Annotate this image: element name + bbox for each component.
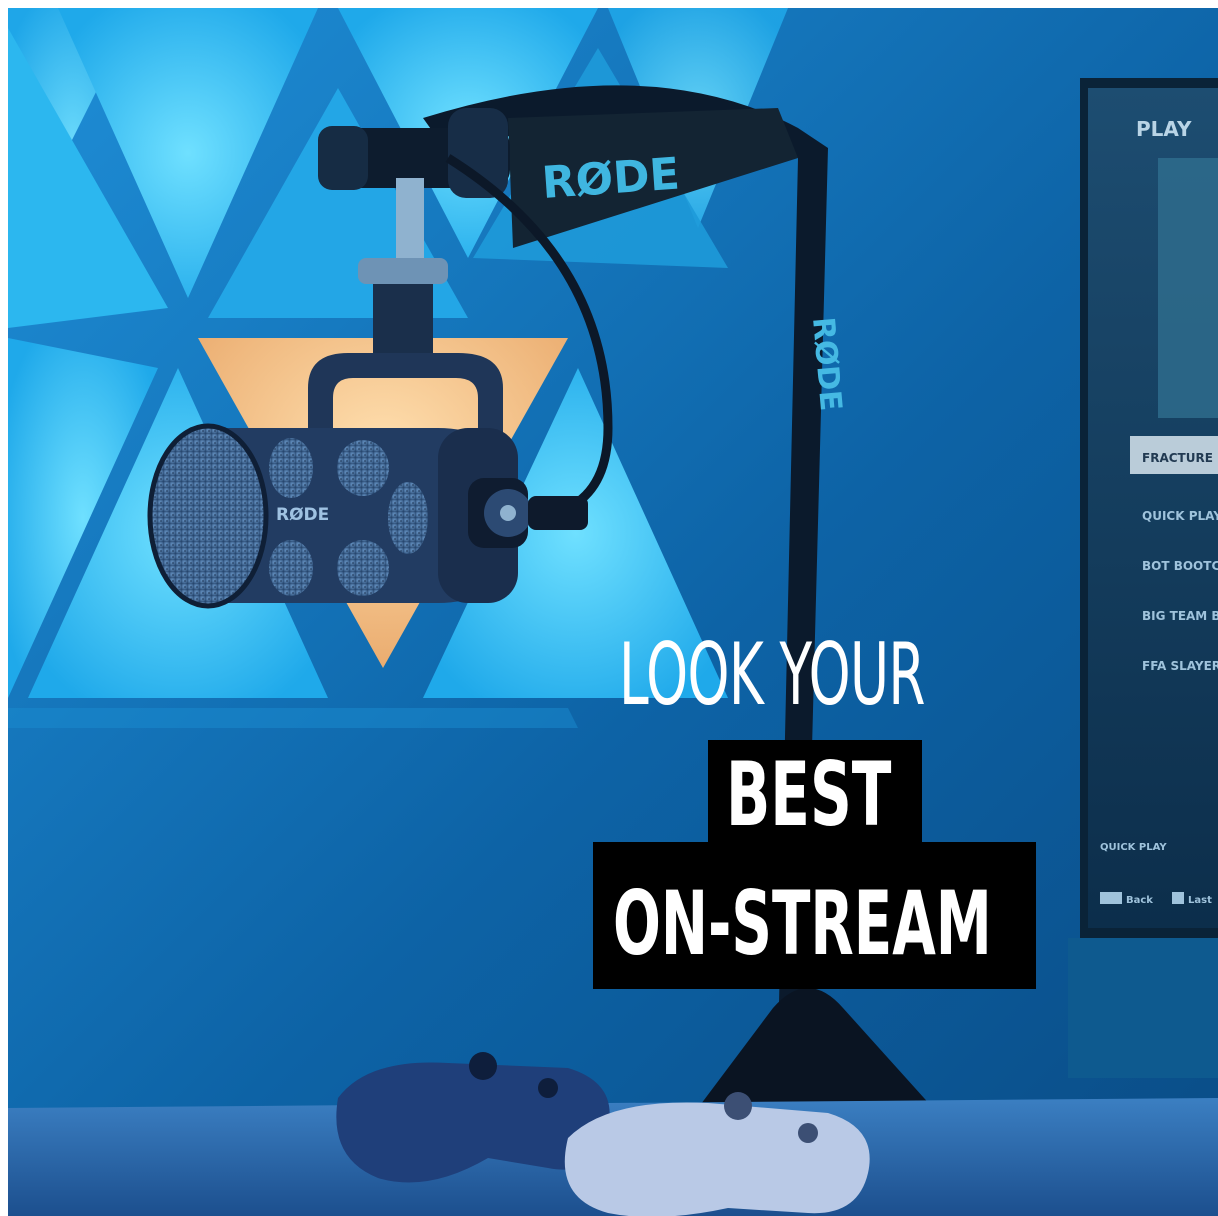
monitor-menu-item: BOT BOOTCA	[1142, 559, 1218, 573]
monitor-menu-item: FFA SLAYER	[1142, 659, 1218, 673]
headline-line-look-your: LOOK YOUR	[619, 625, 925, 725]
monitor-title: PLAY	[1136, 117, 1192, 141]
monitor-footer-key: Back	[1126, 895, 1153, 906]
product-photo: PLAY FRACTURE QUICK PLAY BOT BOOTCA BIG …	[8, 8, 1218, 1216]
monitor-menu-item: QUICK PLAY	[1142, 509, 1218, 523]
monitor-footer-item: QUICK PLAY	[1100, 842, 1167, 853]
monitor: PLAY FRACTURE QUICK PLAY BOT BOOTCA BIG …	[1068, 78, 1218, 1078]
arm-logo: RØDE	[540, 148, 681, 208]
photo-scene: PLAY FRACTURE QUICK PLAY BOT BOOTCA BIG …	[8, 8, 1218, 1216]
monitor-footer-key: Last	[1188, 895, 1212, 906]
headline: LOOK YOUR BEST ON-STREAM	[585, 623, 1055, 1003]
mic-logo: RØDE	[276, 505, 329, 525]
monitor-menu-item: FRACTURE	[1142, 451, 1213, 465]
headline-line-on-stream: ON-STREAM	[613, 872, 992, 975]
headline-line-best: BEST	[726, 743, 892, 846]
monitor-menu-item: BIG TEAM BA	[1142, 609, 1218, 623]
